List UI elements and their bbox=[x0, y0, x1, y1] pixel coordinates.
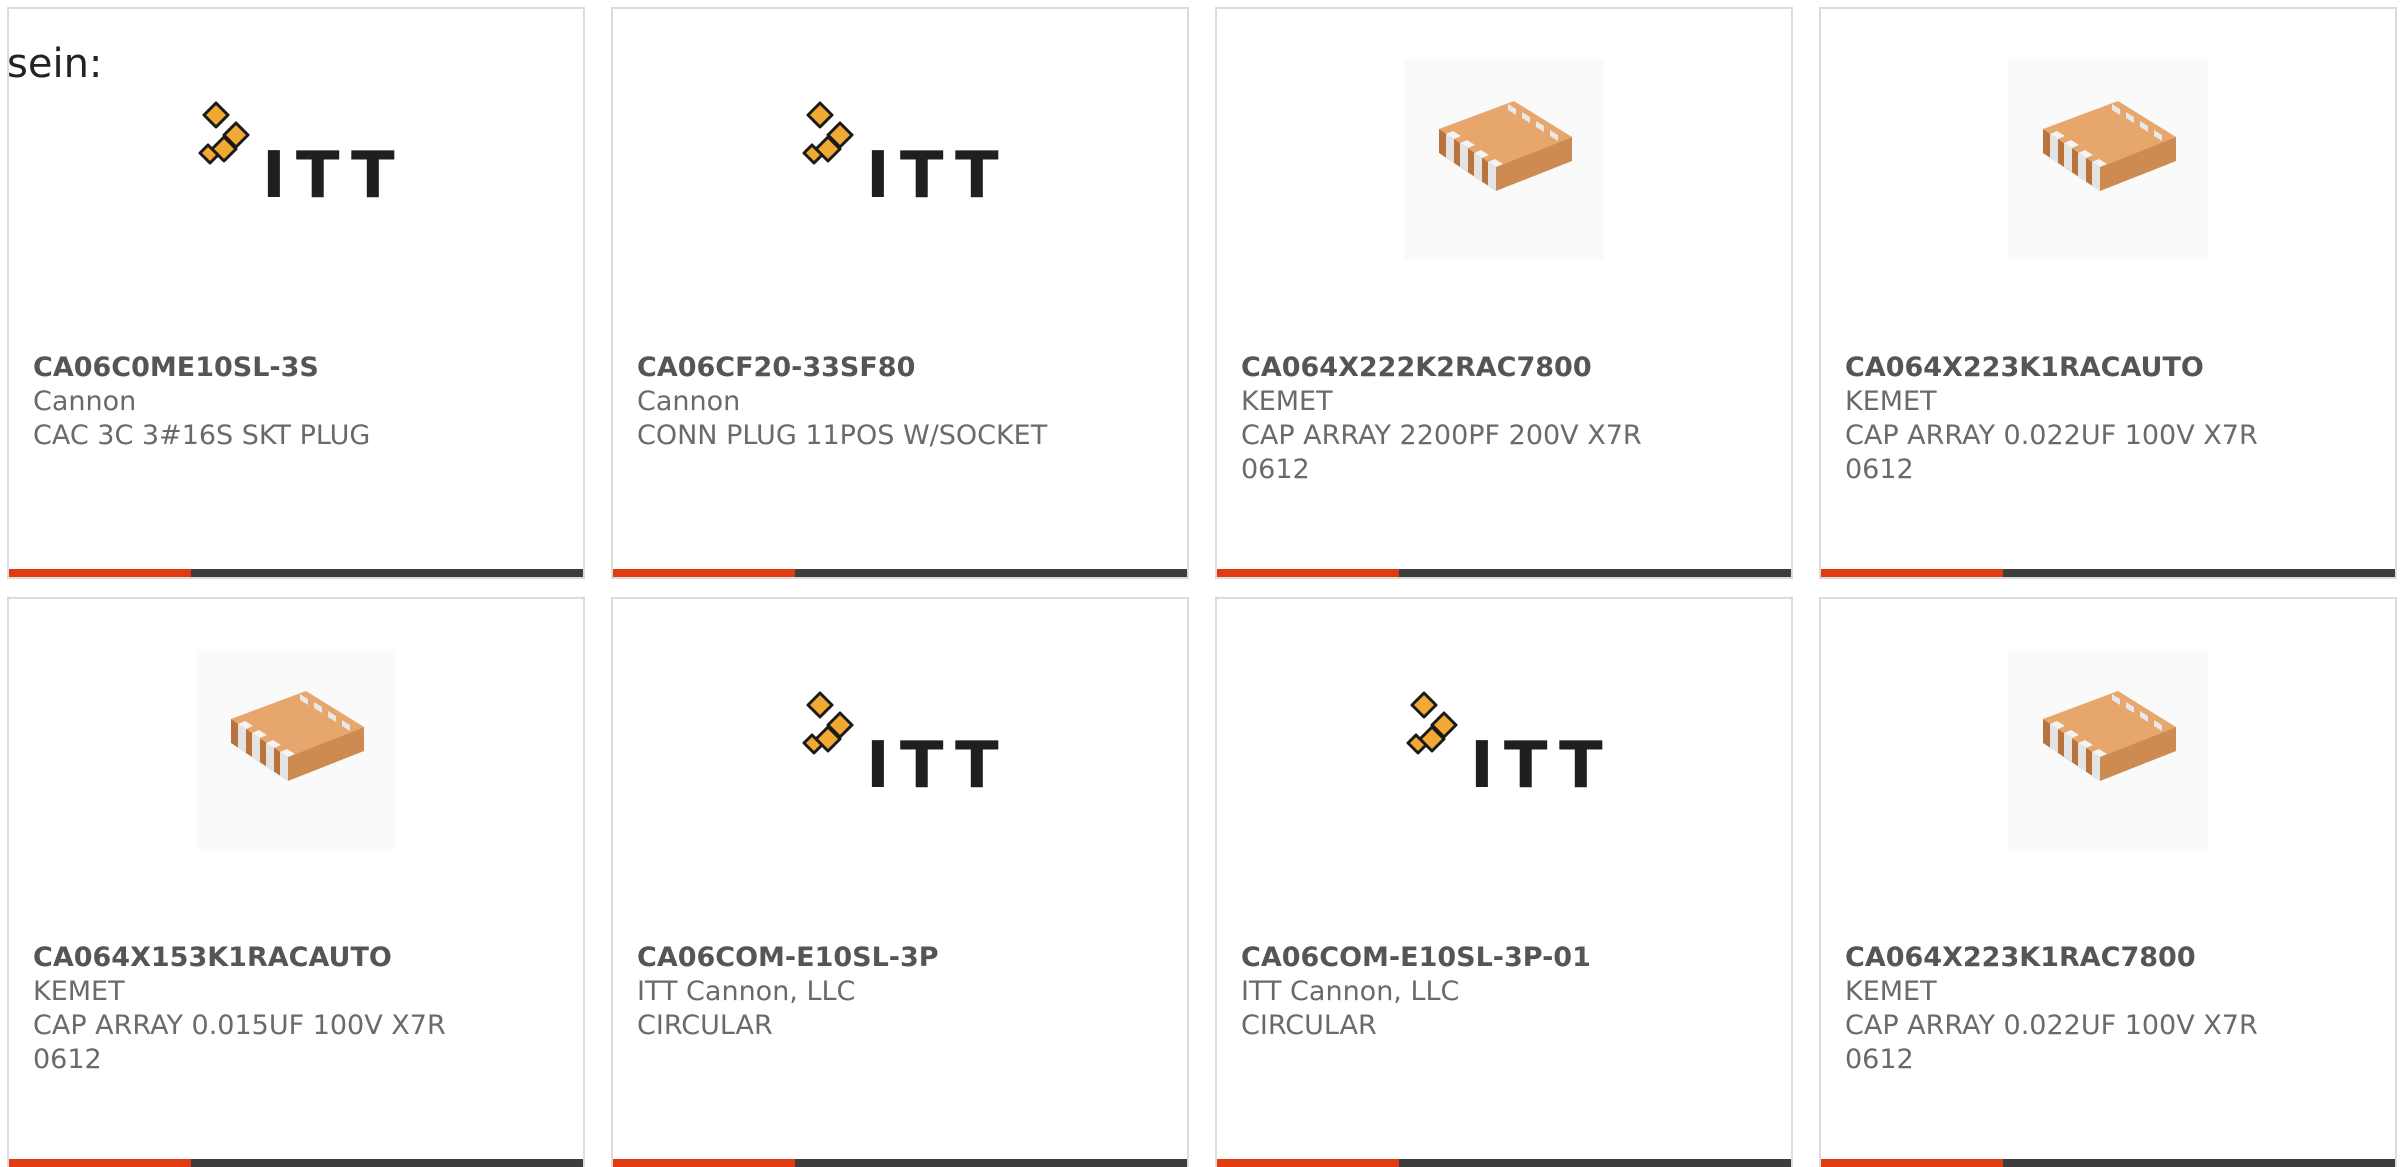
description: CAP ARRAY 0.015UF 100V X7R 0612 bbox=[33, 1010, 446, 1075]
product-card[interactable]: CA064X223K1RAC7800 KEMET CAP ARRAY 0.022UF… bbox=[1819, 597, 2397, 1167]
card-accent-bar bbox=[9, 1159, 191, 1167]
product-card[interactable]: ITT CA06C0ME10SL-3S Cannon CAC 3C 3#16S SK… bbox=[7, 7, 585, 579]
description: CIRCULAR bbox=[1241, 1010, 1377, 1041]
part-number[interactable]: CA064X153K1RACAUTO bbox=[33, 941, 559, 975]
card-accent-bar bbox=[1217, 569, 1399, 577]
description: CIRCULAR bbox=[637, 1010, 773, 1041]
product-card[interactable]: ITT CA06COM-E10SL-3P-01 ITT Cannon, LLC CI… bbox=[1215, 597, 1793, 1167]
product-card[interactable]: CA064X222K2RAC7800 KEMET CAP ARRAY 2200PF … bbox=[1215, 7, 1793, 579]
description: CONN PLUG 11POS W/SOCKET bbox=[637, 420, 1048, 451]
manufacturer: KEMET bbox=[1845, 976, 1937, 1007]
card-accent-bar bbox=[1821, 569, 2003, 577]
card-accent-bar bbox=[613, 1159, 795, 1167]
part-number[interactable]: CA06COM-E10SL-3P-01 bbox=[1241, 941, 1767, 975]
capacitor-array-image bbox=[2008, 59, 2208, 259]
card-accent-bar bbox=[1217, 1159, 1399, 1167]
manufacturer: Cannon bbox=[637, 386, 741, 417]
part-number[interactable]: CA064X223K1RACAUTO bbox=[1845, 351, 2371, 385]
product-image[interactable] bbox=[9, 639, 583, 859]
description: CAP ARRAY 2200PF 200V X7R 0612 bbox=[1241, 420, 1642, 485]
part-number[interactable]: CA06COM-E10SL-3P bbox=[637, 941, 1163, 975]
part-number[interactable]: CA064X222K2RAC7800 bbox=[1241, 351, 1767, 385]
svg-text:ITT: ITT bbox=[866, 729, 1009, 803]
manufacturer: ITT Cannon, LLC bbox=[1241, 976, 1460, 1007]
card-accent-bar bbox=[613, 569, 795, 577]
part-number[interactable]: CA06CF20-33SF80 bbox=[637, 351, 1163, 385]
description: CAP ARRAY 0.022UF 100V X7R 0612 bbox=[1845, 420, 2258, 485]
manufacturer: KEMET bbox=[1241, 386, 1333, 417]
part-number[interactable]: CA064X223K1RAC7800 bbox=[1845, 941, 2371, 975]
itt-logo: ITT bbox=[790, 99, 1010, 219]
capacitor-array-image bbox=[1404, 59, 1604, 259]
product-card[interactable]: CA064X153K1RACAUTO KEMET CAP ARRAY 0.015UF… bbox=[7, 597, 585, 1167]
capacitor-array-image bbox=[196, 649, 396, 849]
capacitor-array-image bbox=[2008, 649, 2208, 849]
product-image[interactable]: ITT bbox=[613, 639, 1187, 859]
description: CAC 3C 3#16S SKT PLUG bbox=[33, 420, 371, 451]
product-image[interactable] bbox=[1217, 49, 1791, 269]
product-image[interactable]: ITT bbox=[1217, 639, 1791, 859]
product-info: CA06COM-E10SL-3P-01 ITT Cannon, LLC CIRCUL… bbox=[1241, 941, 1767, 1043]
manufacturer: KEMET bbox=[33, 976, 125, 1007]
card-accent-bar bbox=[1821, 1159, 2003, 1167]
product-grid-page: sein: ITT CA06C0ME10SL-3S Cannon CAC 3C 3#… bbox=[0, 0, 2400, 1167]
part-number[interactable]: CA06C0ME10SL-3S bbox=[33, 351, 559, 385]
itt-logo: ITT bbox=[1394, 689, 1614, 809]
product-image[interactable]: ITT bbox=[613, 49, 1187, 269]
svg-text:ITT: ITT bbox=[866, 139, 1009, 213]
product-info: CA06CF20-33SF80 Cannon CONN PLUG 11POS W/S… bbox=[637, 351, 1163, 453]
product-info: CA064X223K1RACAUTO KEMET CAP ARRAY 0.022UF… bbox=[1845, 351, 2371, 487]
svg-text:ITT: ITT bbox=[1470, 729, 1613, 803]
svg-text:ITT: ITT bbox=[262, 139, 405, 213]
product-info: CA06C0ME10SL-3S Cannon CAC 3C 3#16S SKT PL… bbox=[33, 351, 559, 453]
product-image[interactable] bbox=[1821, 639, 2395, 859]
description: CAP ARRAY 0.022UF 100V X7R 0612 bbox=[1845, 1010, 2258, 1075]
manufacturer: KEMET bbox=[1845, 386, 1937, 417]
product-card[interactable]: ITT CA06COM-E10SL-3P ITT Cannon, LLC CIRCU… bbox=[611, 597, 1189, 1167]
product-info: CA064X222K2RAC7800 KEMET CAP ARRAY 2200PF … bbox=[1241, 351, 1767, 487]
product-card[interactable]: ITT CA06CF20-33SF80 Cannon CONN PLUG 11POS… bbox=[611, 7, 1189, 579]
product-card[interactable]: CA064X223K1RACAUTO KEMET CAP ARRAY 0.022UF… bbox=[1819, 7, 2397, 579]
itt-logo: ITT bbox=[186, 99, 406, 219]
product-info: CA064X223K1RAC7800 KEMET CAP ARRAY 0.022UF… bbox=[1845, 941, 2371, 1077]
manufacturer: Cannon bbox=[33, 386, 137, 417]
itt-logo: ITT bbox=[790, 689, 1010, 809]
section-heading: sein: bbox=[7, 41, 103, 87]
manufacturer: ITT Cannon, LLC bbox=[637, 976, 856, 1007]
card-accent-bar bbox=[9, 569, 191, 577]
product-info: CA06COM-E10SL-3P ITT Cannon, LLC CIRCULAR bbox=[637, 941, 1163, 1043]
product-info: CA064X153K1RACAUTO KEMET CAP ARRAY 0.015UF… bbox=[33, 941, 559, 1077]
product-image[interactable] bbox=[1821, 49, 2395, 269]
